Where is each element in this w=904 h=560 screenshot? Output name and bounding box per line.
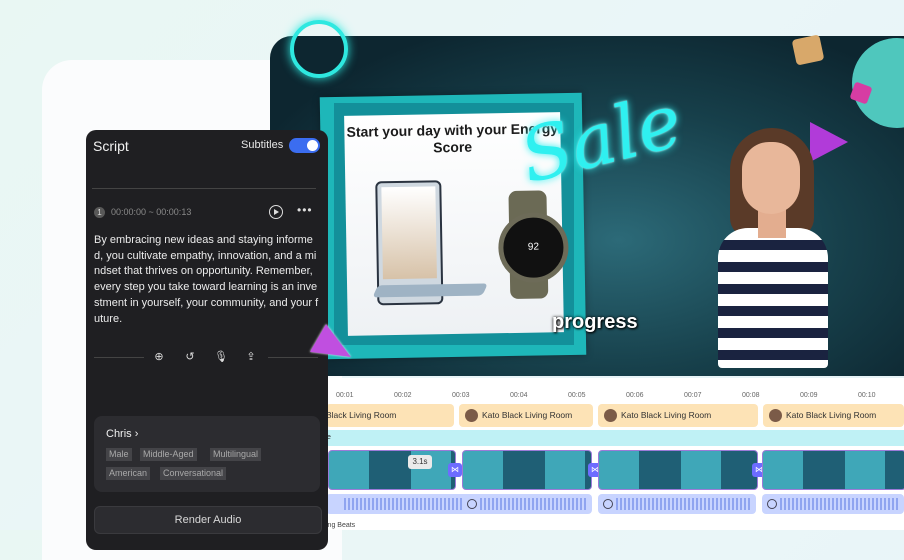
subtitle-caption: progress xyxy=(552,311,638,333)
timeline[interactable]: 00:01 00:02 00:03 00:04 00:05 00:06 00:0… xyxy=(326,378,904,530)
ruler-label: 00:09 xyxy=(800,392,818,399)
voice-tag: Middle-Aged xyxy=(140,448,197,461)
avatar-clip[interactable]: Black Living Room xyxy=(326,404,454,427)
text-track[interactable]: e xyxy=(326,430,904,446)
script-text[interactable]: By embracing new ideas and staying infor… xyxy=(94,233,319,327)
video-track-clip[interactable] xyxy=(462,450,592,490)
clip-label: Kato Black Living Room xyxy=(621,410,712,420)
neon-ring-decoration xyxy=(290,20,348,78)
ruler-label: 00:08 xyxy=(742,392,760,399)
clip-label: Black Living Room xyxy=(326,410,397,420)
watch-score: 92 xyxy=(527,241,540,253)
avatar-icon xyxy=(769,409,782,423)
ruler-label: 00:02 xyxy=(394,392,412,399)
voice-tag: Male xyxy=(106,448,132,461)
transition-icon[interactable]: ⋈ xyxy=(448,463,462,477)
avatar-clip[interactable]: Kato Black Living Room xyxy=(459,404,593,427)
clip-label: Kato Black Living Room xyxy=(482,410,573,420)
voice-tag: American xyxy=(106,467,151,480)
audio-icon xyxy=(767,499,777,509)
audio-clip[interactable] xyxy=(762,494,904,514)
play-icon[interactable] xyxy=(269,205,283,219)
avatar-icon xyxy=(604,409,617,423)
divider xyxy=(92,188,316,189)
ruler-label: 00:03 xyxy=(452,392,470,399)
ruler-label: 00:10 xyxy=(858,392,876,399)
more-icon[interactable]: ••• xyxy=(297,203,313,217)
duration-badge: 3.1s xyxy=(408,455,432,469)
avatar-clip[interactable]: Kato Black Living Room xyxy=(763,404,904,427)
ruler-label: 00:06 xyxy=(626,392,644,399)
audio-icon xyxy=(603,499,613,509)
upload-icon[interactable]: ⇪ xyxy=(244,350,258,364)
audio-clip[interactable] xyxy=(462,494,592,514)
avatar-clip[interactable]: Kato Black Living Room xyxy=(598,404,758,427)
ruler-label: 00:01 xyxy=(336,392,354,399)
segment-time: 00:00:00 ~ 00:00:13 xyxy=(111,207,192,217)
ruler-label: 00:04 xyxy=(510,392,528,399)
presenter-avatar[interactable] xyxy=(696,128,858,388)
audio-icon xyxy=(467,499,477,509)
video-track-clip[interactable] xyxy=(598,450,758,490)
audio-clip[interactable] xyxy=(598,494,756,514)
segment-number: 1 xyxy=(94,207,105,218)
panel-title: Script xyxy=(93,138,129,154)
audio-clip[interactable] xyxy=(326,494,482,514)
voice-tag: Multilingual xyxy=(210,448,262,461)
voice-tag: Conversational xyxy=(160,467,227,480)
music-track-label: ing Beats xyxy=(326,522,356,529)
subtitles-label: Subtitles xyxy=(241,139,284,151)
divider xyxy=(268,357,318,358)
voice-card[interactable]: Chris › Male Middle-Aged Multilingual Am… xyxy=(94,416,320,492)
microphone-icon[interactable]: 🎙 xyxy=(214,350,228,364)
smartwatch-image: 92 xyxy=(497,212,570,284)
divider xyxy=(94,357,144,358)
video-track-clip[interactable] xyxy=(328,450,456,490)
ruler-label: 00:05 xyxy=(568,392,586,399)
subtitles-toggle[interactable] xyxy=(289,138,320,153)
ruler-label: 00:07 xyxy=(684,392,702,399)
video-track-clip[interactable] xyxy=(762,450,904,490)
script-panel: Script Subtitles 1 00:00:00 ~ 00:00:13 •… xyxy=(86,130,328,550)
chevron-right-icon: › xyxy=(134,428,139,440)
clip-label: Kato Black Living Room xyxy=(786,410,877,420)
avatar-icon xyxy=(465,409,478,423)
phone-base-image xyxy=(372,283,488,298)
history-icon[interactable]: ↺ xyxy=(183,350,197,364)
voice-name[interactable]: Chris › xyxy=(106,428,138,440)
add-icon[interactable]: ⊕ xyxy=(152,350,166,364)
